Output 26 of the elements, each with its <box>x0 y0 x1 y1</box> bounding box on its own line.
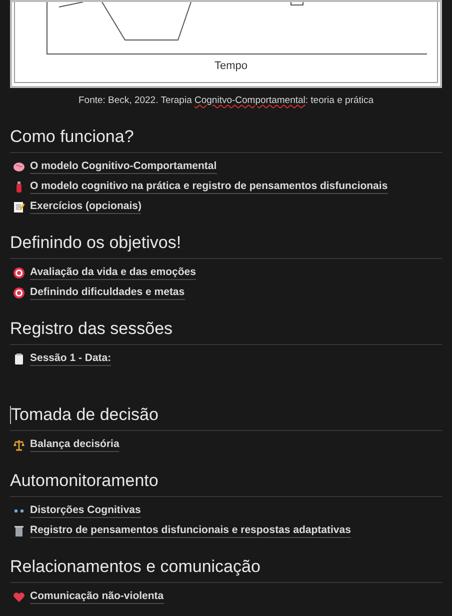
page-link[interactable]: Comunicação não-violenta <box>30 590 164 604</box>
notepad-icon <box>13 353 25 365</box>
memo-icon <box>13 201 25 213</box>
trash-icon <box>13 525 25 537</box>
page-link[interactable]: Definindo dificuldades e metas <box>30 286 185 300</box>
section-heading: Definindo os objetivos! <box>10 232 182 254</box>
page-link[interactable]: Balança decisória <box>30 438 120 452</box>
page-link[interactable]: O modelo Cognitivo-Comportamental <box>30 160 217 174</box>
section-heading: Automonitoramento <box>10 470 158 492</box>
page-link[interactable]: Distorções Cognitivas <box>30 504 141 518</box>
page-link[interactable]: Exercícios (opcionais) <box>30 200 142 214</box>
scales-icon <box>13 439 25 451</box>
brain-icon <box>13 161 25 173</box>
section-heading: Registro das sessões <box>10 318 173 340</box>
axis-label: Tempo <box>214 59 248 74</box>
section-heading: Tomada de decisão <box>11 404 158 426</box>
image-caption: Fonte: Beck, 2022. Terapia Cognitvo-Comportamental: teoria e prática <box>78 94 374 108</box>
section-heading: Como funciona? <box>10 126 134 148</box>
page-link[interactable]: Registro de pensamentos disfuncionais e respostas adaptativas <box>30 524 351 538</box>
target-icon <box>13 267 25 279</box>
page-link[interactable]: Sessão 1 - Data: <box>30 352 112 366</box>
page-link[interactable]: Avaliação da vida e das emoções <box>30 266 196 280</box>
heart-icon <box>13 591 25 603</box>
page-link[interactable]: O modelo cognitivo na prática e registro de pensamentos disfuncionais <box>30 180 388 194</box>
section-heading: Relacionamentos e comunicação <box>10 556 260 578</box>
target-icon <box>13 287 25 299</box>
